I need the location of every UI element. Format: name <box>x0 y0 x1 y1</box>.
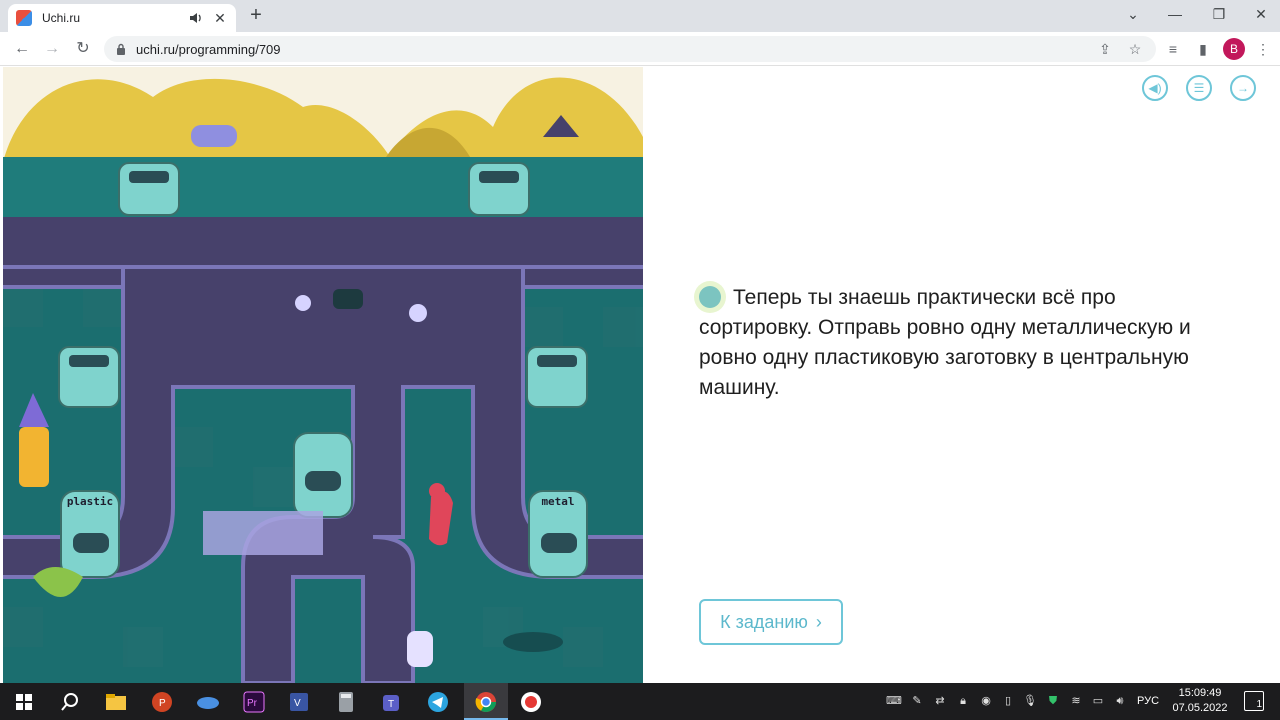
task-panel: ◀) ☰ → Теперь ты знаешь практически всё … <box>643 67 1280 683</box>
new-tab-button[interactable]: + <box>246 5 266 25</box>
browser-toolbar: ← → ↻ uchi.ru/programming/709 ⇪ ☆ ≡ ▮ B … <box>0 32 1280 66</box>
onedrive-icon[interactable] <box>194 688 222 716</box>
reload-icon[interactable]: ↻ <box>72 38 94 60</box>
file-explorer-icon[interactable] <box>102 688 130 716</box>
svg-text:V: V <box>294 698 301 709</box>
go-to-task-label: К заданию <box>720 611 808 632</box>
grate <box>203 511 323 555</box>
tray-record-icon[interactable]: ◉ <box>978 693 994 709</box>
menu-list-icon[interactable]: ☰ <box>1186 75 1212 101</box>
clock-time: 15:09:49 <box>1178 687 1222 699</box>
tray-lock-icon[interactable]: 🔒︎ <box>955 693 971 709</box>
tab-title: Uchi.ru <box>42 11 81 25</box>
telegram-icon[interactable] <box>424 688 452 716</box>
tray-shield-icon[interactable]: ⛊ <box>1045 693 1061 709</box>
windows-start-icon[interactable] <box>10 688 38 716</box>
tray-volume-icon[interactable]: 🔊︎ <box>1112 693 1128 709</box>
tab-search-icon[interactable]: ⌄ <box>1122 4 1144 24</box>
browser-tab-strip: Uchi.ru ✕ + ⌄ — ❐ ✕ <box>0 0 1280 32</box>
more-menu-icon[interactable]: ⋮ <box>1254 40 1272 58</box>
machine-top-left <box>118 162 180 216</box>
tray-pen-icon[interactable]: ✎ <box>909 693 925 709</box>
calculator-icon[interactable] <box>332 688 360 716</box>
svg-text:Pr: Pr <box>247 698 258 709</box>
address-bar[interactable]: uchi.ru/programming/709 ⇪ ☆ <box>104 36 1156 62</box>
svg-text:T: T <box>388 699 394 710</box>
chevron-right-icon: › <box>815 611 822 632</box>
read-aloud-icon[interactable] <box>699 286 721 308</box>
top-conveyor <box>3 217 643 272</box>
browser-tab[interactable]: Uchi.ru ✕ <box>8 4 236 32</box>
game-canvas[interactable]: plastic metal <box>3 67 643 683</box>
tray-phone-icon[interactable]: ▯ <box>1000 693 1016 709</box>
pipe-item <box>191 125 237 147</box>
robot-character <box>407 631 433 667</box>
tray-wifi-icon[interactable]: ≋ <box>1068 693 1084 709</box>
profile-avatar[interactable]: B <box>1223 38 1245 60</box>
tray-keyboard-icon[interactable]: ⌨ <box>886 693 902 709</box>
teams-icon[interactable]: T <box>378 688 406 716</box>
uchi-favicon-icon <box>16 10 32 26</box>
search-icon[interactable] <box>56 688 84 716</box>
exit-icon[interactable]: → <box>1230 75 1256 101</box>
sound-icon[interactable]: ◀) <box>1142 75 1168 101</box>
bookmark-star-icon[interactable]: ☆ <box>1126 40 1144 58</box>
tab-audio-icon[interactable] <box>188 10 204 26</box>
tray-microphone-icon[interactable]: 🎙︎ <box>1022 693 1038 709</box>
plastic-bin-label: plastic <box>67 495 113 508</box>
reading-list-icon[interactable]: ≡ <box>1164 40 1182 58</box>
close-window-button[interactable]: ✕ <box>1250 4 1272 24</box>
screen-recorder-icon[interactable] <box>517 688 545 716</box>
visio-icon[interactable]: V <box>286 688 314 716</box>
forward-arrow-icon[interactable]: → <box>41 38 63 60</box>
input-language[interactable]: РУС <box>1137 695 1159 707</box>
url-text: uchi.ru/programming/709 <box>136 41 281 57</box>
premiere-icon[interactable]: Pr <box>240 688 268 716</box>
machine-top-right <box>468 162 530 216</box>
minimize-button[interactable]: — <box>1164 4 1186 24</box>
share-icon[interactable]: ⇪ <box>1096 40 1114 58</box>
windows-taskbar: P Pr V T ⌨ ✎ ⇄ 🔒︎ ◉ ▯ 🎙︎ ⛊ ≋ ▭ 🔊︎ РУС 15… <box>0 683 1280 720</box>
notification-count: 1 <box>1256 699 1262 710</box>
chrome-icon[interactable] <box>472 688 500 716</box>
go-to-task-button[interactable]: К заданию › <box>699 599 843 645</box>
notifications-icon[interactable]: 1 <box>1244 691 1264 711</box>
restore-button[interactable]: ❐ <box>1208 4 1230 24</box>
metal-bin-label: metal <box>541 495 574 508</box>
back-arrow-icon[interactable]: ← <box>11 38 33 60</box>
svg-text:P: P <box>159 698 166 709</box>
factory-scene: plastic metal <box>3 67 643 683</box>
tray-battery-icon[interactable]: ▭ <box>1090 693 1106 709</box>
system-clock[interactable]: 15:09:49 07.05.2022 <box>1166 686 1234 716</box>
tab-close-icon[interactable]: ✕ <box>212 10 228 27</box>
side-panel-icon[interactable]: ▮ <box>1194 40 1212 58</box>
task-description: Теперь ты знаешь практически всё про сор… <box>699 283 1199 403</box>
task-text: Теперь ты знаешь практически всё про сор… <box>699 286 1191 399</box>
top-band <box>3 157 643 217</box>
clock-date: 07.05.2022 <box>1172 702 1228 714</box>
tray-network-share-icon[interactable]: ⇄ <box>932 693 948 709</box>
lock-icon <box>117 43 125 55</box>
powerpoint-icon[interactable]: P <box>148 688 176 716</box>
